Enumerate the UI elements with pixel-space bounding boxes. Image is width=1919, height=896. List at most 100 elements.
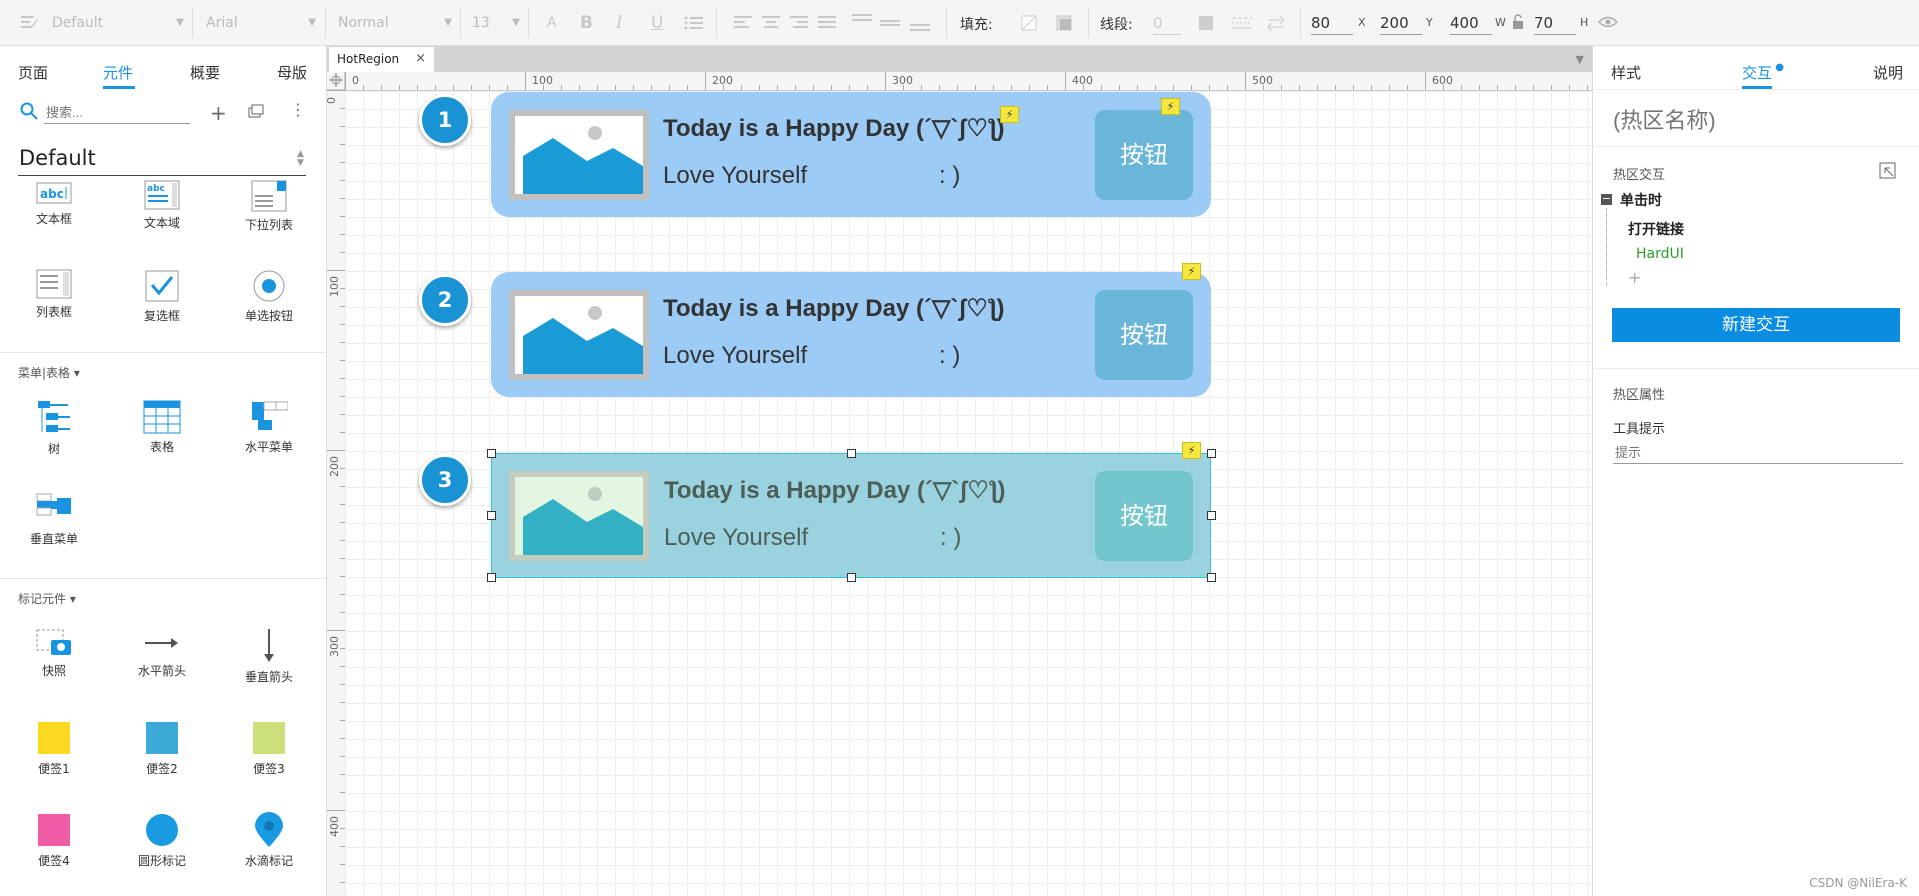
- y-input[interactable]: 200: [1380, 12, 1422, 35]
- tab-hotregion[interactable]: HotRegion ×: [329, 47, 434, 72]
- width-input[interactable]: 400: [1450, 12, 1492, 35]
- font-color-icon[interactable]: A: [547, 12, 557, 34]
- stroke-width-input[interactable]: 0: [1153, 12, 1181, 35]
- widget-table[interactable]: 表格: [122, 400, 202, 455]
- resize-handle-ne[interactable]: [1207, 449, 1216, 458]
- style-editor-icon[interactable]: [20, 14, 38, 30]
- text-area-icon: abc: [144, 180, 180, 210]
- ruler-origin[interactable]: [327, 72, 345, 90]
- widget-vertical-arrow[interactable]: 垂直箭头: [229, 628, 309, 685]
- widget-sticky-note-3[interactable]: 便签3: [229, 720, 309, 777]
- circle-marker-1[interactable]: 1: [419, 94, 471, 146]
- close-icon[interactable]: ×: [415, 47, 426, 71]
- markup-section-header[interactable]: 标记元件 ▾: [18, 590, 76, 607]
- card-button[interactable]: 按钮: [1095, 290, 1193, 380]
- align-justify-icon[interactable]: [818, 15, 836, 33]
- widget-sticky-note-4[interactable]: 便签4: [14, 812, 94, 869]
- shadow-icon[interactable]: [1056, 15, 1072, 35]
- action-open-link[interactable]: 打开链接: [1628, 219, 1684, 239]
- valign-top-icon[interactable]: [852, 13, 872, 35]
- card-smiley: : ): [939, 162, 961, 189]
- hotregion-card-3-selected[interactable]: Today is a Happy Day (´▽`ʃ♡ƪ) Love Yours…: [491, 442, 1211, 578]
- widget-dropdown-list[interactable]: 下拉列表: [229, 180, 309, 233]
- underline-icon[interactable]: U: [651, 12, 663, 34]
- tab-style[interactable]: 样式: [1611, 62, 1641, 83]
- more-options-icon[interactable]: ⋮: [290, 102, 306, 118]
- stroke-style-icon[interactable]: [1232, 15, 1252, 35]
- widget-text-box[interactable]: abc 文本框: [14, 180, 94, 227]
- widget-sticky-note-1[interactable]: 便签1: [14, 720, 94, 777]
- tab-masters[interactable]: 母版: [277, 62, 307, 83]
- resize-handle-e[interactable]: [1207, 511, 1216, 520]
- style-select[interactable]: Default ▼: [44, 10, 190, 36]
- add-action-button[interactable]: +: [1628, 268, 1641, 287]
- widget-label: 垂直箭头: [244, 670, 293, 684]
- library-switch-icon[interactable]: ▲ ▼: [297, 150, 304, 168]
- widget-search-input[interactable]: [44, 101, 190, 124]
- hotregion-card-2[interactable]: Today is a Happy Day (´▽`ʃ♡ƪ) Love Yours…: [491, 272, 1211, 397]
- resize-handle-s[interactable]: [847, 573, 856, 582]
- widget-vertical-menu[interactable]: 垂直菜单: [14, 492, 94, 547]
- resize-handle-se[interactable]: [1207, 573, 1216, 582]
- align-left-icon[interactable]: [734, 15, 752, 33]
- resize-handle-n[interactable]: [847, 449, 856, 458]
- card-button[interactable]: 按钮: [1095, 110, 1193, 200]
- tab-outline[interactable]: 概要: [190, 62, 220, 83]
- menu-table-section-header[interactable]: 菜单|表格 ▾: [18, 364, 80, 381]
- italic-icon[interactable]: I: [616, 12, 623, 34]
- align-center-icon[interactable]: [762, 15, 780, 33]
- widget-text-area[interactable]: abc 文本域: [122, 180, 202, 231]
- bold-icon[interactable]: B: [580, 12, 593, 34]
- tab-notes[interactable]: 说明: [1873, 62, 1903, 83]
- tab-interactions[interactable]: 交互 ●: [1742, 62, 1784, 83]
- font-weight-select[interactable]: Normal ▼: [330, 10, 458, 36]
- tab-overflow-icon[interactable]: ▼: [1576, 53, 1584, 66]
- bullet-list-icon[interactable]: [684, 15, 704, 35]
- event-on-click[interactable]: 单击时: [1620, 190, 1662, 210]
- widget-list-box[interactable]: 列表框: [14, 269, 94, 320]
- fill-color-icon[interactable]: [1021, 15, 1037, 35]
- resize-handle-w[interactable]: [487, 511, 496, 520]
- stroke-color-icon[interactable]: [1198, 15, 1214, 35]
- x-input[interactable]: 80: [1311, 12, 1353, 35]
- card-button[interactable]: 按钮: [1095, 471, 1193, 561]
- widget-sticky-note-2[interactable]: 便签2: [122, 720, 202, 777]
- font-size-select[interactable]: 13 ▼: [464, 10, 526, 36]
- resize-handle-nw[interactable]: [487, 449, 496, 458]
- widget-checkbox[interactable]: 复选框: [122, 269, 202, 324]
- widget-circle-marker[interactable]: 圆形标记: [122, 812, 202, 869]
- hotregion-card-1[interactable]: Today is a Happy Day (´▽`ʃ♡ƪ) Love Yours…: [491, 92, 1211, 217]
- design-canvas[interactable]: 1 Today is a Happy Day (´▽`ʃ♡ƪ) Love You…: [345, 91, 1592, 896]
- section-divider: [0, 578, 326, 579]
- widget-horizontal-menu[interactable]: 水平菜单: [229, 400, 309, 455]
- toolbar-divider: [325, 8, 326, 38]
- new-interaction-button[interactable]: 新建交互: [1612, 308, 1900, 342]
- widget-drop-marker[interactable]: 水滴标记: [229, 812, 309, 869]
- interaction-editor-icon[interactable]: [1879, 162, 1897, 184]
- link-target[interactable]: HardUI: [1636, 246, 1684, 262]
- ruler-label: 100: [532, 74, 553, 87]
- tab-widgets[interactable]: 元件: [103, 62, 133, 83]
- circle-marker-2[interactable]: 2: [419, 274, 471, 326]
- widget-snapshot[interactable]: 快照: [14, 628, 94, 679]
- tooltip-input[interactable]: [1613, 441, 1903, 464]
- widget-tree[interactable]: 树: [14, 400, 94, 457]
- hotregion-name-input[interactable]: [1611, 102, 1905, 140]
- height-input[interactable]: 70: [1534, 12, 1576, 35]
- widget-horizontal-arrow[interactable]: 水平箭头: [122, 628, 202, 679]
- valign-bottom-icon[interactable]: [910, 13, 930, 35]
- valign-middle-icon[interactable]: [880, 13, 900, 35]
- arrow-style-icon[interactable]: [1266, 14, 1286, 36]
- library-menu-icon[interactable]: [248, 104, 264, 122]
- collapse-icon[interactable]: −: [1601, 193, 1612, 205]
- align-right-icon[interactable]: [790, 15, 808, 33]
- ruler-label: 400: [328, 816, 341, 837]
- lock-ratio-icon[interactable]: [1512, 14, 1524, 34]
- circle-marker-3[interactable]: 3: [419, 454, 471, 506]
- add-library-icon[interactable]: +: [210, 101, 227, 125]
- widget-radio-button[interactable]: 单选按钮: [229, 269, 309, 324]
- resize-handle-sw[interactable]: [487, 573, 496, 582]
- visibility-eye-icon[interactable]: [1598, 15, 1618, 33]
- tab-pages[interactable]: 页面: [18, 62, 48, 83]
- font-select[interactable]: Arial ▼: [198, 10, 322, 36]
